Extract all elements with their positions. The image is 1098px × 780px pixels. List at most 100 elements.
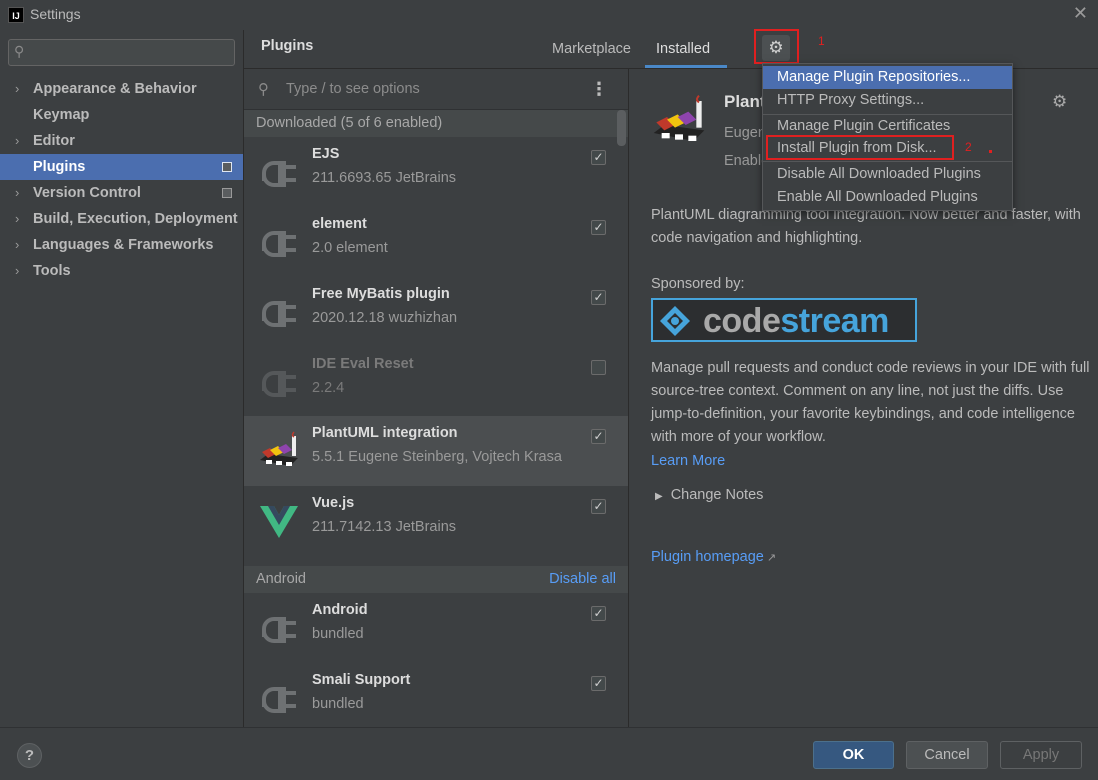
chevron-right-icon: › [15, 81, 20, 96]
chevron-right-icon: › [15, 237, 20, 252]
dialog-footer: ? OK Cancel Apply [0, 727, 1098, 780]
sidebar-item-label: Languages & Frameworks [33, 237, 214, 253]
plugin-search-input[interactable]: ⚲ Type / to see options ⋮ [244, 69, 628, 110]
annotation-number-2: 2 [965, 140, 972, 154]
plugin-homepage-label: Plugin homepage [651, 549, 764, 565]
plugin-enable-checkbox[interactable] [591, 360, 606, 375]
group-header-label: Android [256, 571, 306, 587]
learn-more-link[interactable]: Learn More [651, 453, 725, 469]
more-options-icon[interactable]: ⋮ [590, 79, 608, 100]
plugin-row-vuejs[interactable]: Vue.js 211.7142.13 JetBrains ✓ [244, 486, 628, 556]
plugin-plug-icon [262, 301, 296, 327]
sidebar-item-languages-frameworks[interactable]: › Languages & Frameworks [0, 232, 244, 258]
sponsored-label: Sponsored by: [651, 276, 745, 292]
plugin-name: Android [312, 602, 368, 618]
plugin-name: EJS [312, 146, 340, 162]
plugin-name: PlantUML integration [312, 425, 458, 441]
plugin-meta: 5.5.1 Eugene Steinberg, Vojtech Krasa [312, 449, 562, 465]
plugin-meta: bundled [312, 626, 364, 642]
annotation-box-1 [754, 29, 799, 64]
group-header-android: Android Disable all [244, 566, 628, 593]
intellij-app-icon: IJ [8, 7, 24, 23]
project-settings-icon [222, 188, 232, 198]
sponsor-description: Manage pull requests and conduct code re… [651, 360, 1090, 445]
sidebar-item-label: Keymap [33, 107, 90, 123]
gear-icon[interactable]: ⚙ [1052, 92, 1067, 112]
plugin-enable-checkbox[interactable]: ✓ [591, 606, 606, 621]
change-notes-toggle[interactable]: ▶ Change Notes [655, 487, 763, 503]
vue-logo-icon [260, 506, 298, 538]
menu-item-manage-plugin-repositories[interactable]: Manage Plugin Repositories... [763, 66, 1012, 89]
sidebar-item-editor[interactable]: › Editor [0, 128, 244, 154]
triangle-right-icon: ▶ [655, 491, 663, 502]
plugin-meta: 211.7142.13 JetBrains [312, 519, 457, 535]
sidebar-item-label: Tools [33, 263, 71, 279]
settings-nav: › Appearance & Behavior Keymap › Editor … [0, 76, 244, 284]
plugin-enable-checkbox[interactable]: ✓ [591, 676, 606, 691]
plugin-row-android[interactable]: Android bundled ✓ [244, 593, 628, 663]
plugin-enable-checkbox[interactable]: ✓ [591, 150, 606, 165]
plugin-enable-checkbox[interactable]: ✓ [591, 220, 606, 235]
plugin-row-smali-support[interactable]: Smali Support bundled ✓ [244, 663, 628, 727]
chevron-right-icon: › [15, 211, 20, 226]
help-button[interactable]: ? [17, 743, 42, 768]
plugin-row-ide-eval-reset[interactable]: IDE Eval Reset 2.2.4 [244, 347, 628, 417]
annotation-box-2 [766, 135, 954, 160]
tab-marketplace[interactable]: Marketplace [552, 41, 631, 57]
plugin-list-panel: ⚲ Type / to see options ⋮ Downloaded (5 … [244, 69, 628, 727]
plugin-row-plantuml[interactable]: PlantUML integration 5.5.1 Eugene Steinb… [244, 416, 628, 486]
sidebar-item-tools[interactable]: › Tools [0, 258, 244, 284]
plugin-enable-checkbox[interactable]: ✓ [591, 290, 606, 305]
plugin-list-scrollbar[interactable] [617, 110, 626, 146]
sidebar-item-keymap[interactable]: Keymap [0, 102, 244, 128]
menu-item-enable-all-downloaded[interactable]: Enable All Downloaded Plugins [763, 186, 1012, 209]
chevron-right-icon: › [15, 263, 20, 278]
plugin-plug-icon [262, 617, 296, 643]
disable-all-link[interactable]: Disable all [549, 566, 616, 593]
plugin-name: element [312, 216, 367, 232]
plugin-plug-icon [262, 161, 296, 187]
plugin-meta: bundled [312, 696, 364, 712]
search-icon: ⚲ [258, 81, 269, 98]
chevron-right-icon: › [15, 133, 20, 148]
menu-item-http-proxy-settings[interactable]: HTTP Proxy Settings... [763, 89, 1012, 112]
sidebar-item-appearance-behavior[interactable]: › Appearance & Behavior [0, 76, 244, 102]
codestream-word-stream: stream [780, 302, 889, 340]
plugin-name: Smali Support [312, 672, 411, 688]
annotation-dot [989, 150, 992, 153]
ok-button[interactable]: OK [813, 741, 894, 769]
close-icon[interactable]: ✕ [1073, 3, 1088, 24]
plugin-meta: 2020.12.18 wuzhizhan [312, 310, 458, 326]
search-icon: ⚲ [14, 43, 25, 59]
tab-installed[interactable]: Installed [656, 41, 710, 57]
sidebar-item-plugins[interactable]: Plugins [0, 154, 244, 180]
plantuml-logo-icon [653, 94, 705, 141]
plugin-row-free-mybatis[interactable]: Free MyBatis plugin 2020.12.18 wuzhizhan… [244, 277, 628, 347]
menu-separator [763, 161, 1012, 162]
annotation-number-1: 1 [818, 34, 825, 48]
plugin-name: Free MyBatis plugin [312, 286, 450, 302]
codestream-word-code: code [703, 302, 781, 340]
plugin-plug-icon [262, 687, 296, 713]
search-placeholder: Type / to see options [286, 81, 420, 97]
cancel-button[interactable]: Cancel [906, 741, 988, 769]
settings-search-input[interactable]: ⚲ [8, 39, 235, 66]
title-bar: IJ Settings ✕ [0, 0, 1098, 30]
page-title: Plugins [261, 38, 314, 54]
codestream-logo-icon [660, 306, 690, 336]
plugin-enable-checkbox[interactable]: ✓ [591, 499, 606, 514]
sidebar-item-label: Version Control [33, 185, 141, 201]
sidebar-item-label: Editor [33, 133, 75, 149]
project-settings-icon [222, 162, 232, 172]
menu-item-disable-all-downloaded[interactable]: Disable All Downloaded Plugins [763, 163, 1012, 186]
plugin-enable-checkbox[interactable]: ✓ [591, 429, 606, 444]
plugin-homepage-link[interactable]: Plugin homepage ↗ [651, 549, 776, 565]
plugin-name: IDE Eval Reset [312, 356, 414, 372]
plugin-name: Vue.js [312, 495, 355, 511]
sidebar-item-build-execution-deployment[interactable]: › Build, Execution, Deployment [0, 206, 244, 232]
apply-button[interactable]: Apply [1000, 741, 1082, 769]
plugin-row-element[interactable]: element 2.0 element ✓ [244, 207, 628, 277]
plugin-row-ejs[interactable]: EJS 211.6693.65 JetBrains ✓ [244, 137, 628, 207]
plugin-plug-icon [262, 371, 296, 397]
sidebar-item-version-control[interactable]: › Version Control [0, 180, 244, 206]
